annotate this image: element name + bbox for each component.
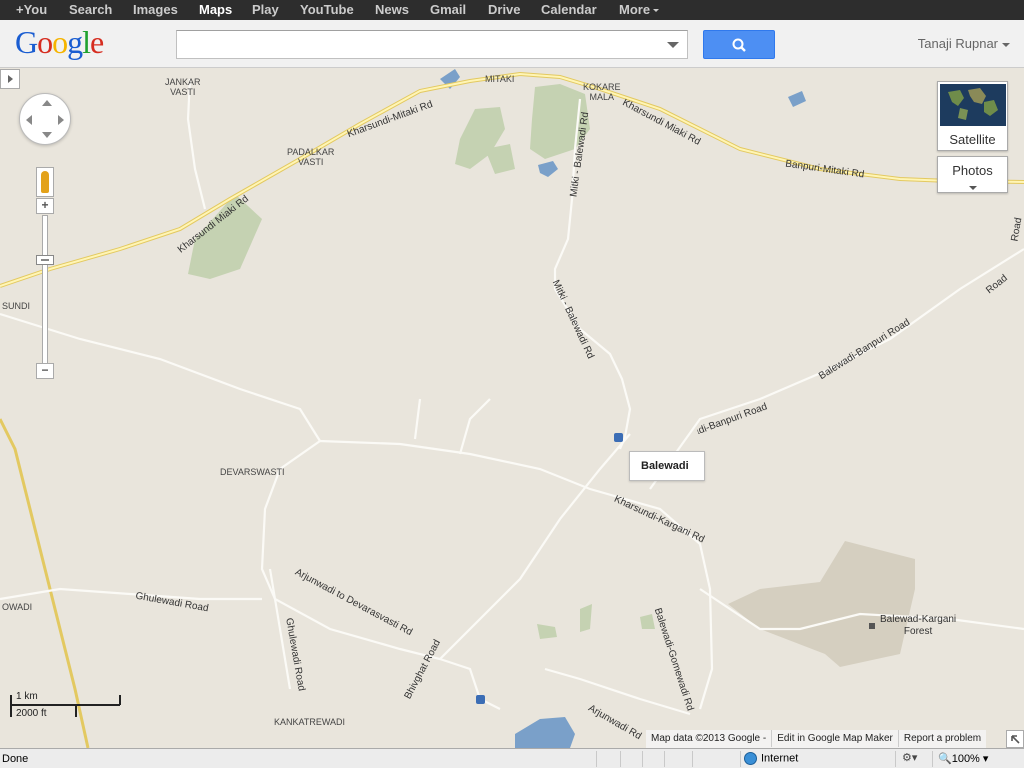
chevron-down-icon: ▾	[979, 753, 989, 765]
photos-label: Photos	[952, 163, 993, 178]
search-button[interactable]	[703, 30, 775, 59]
satellite-button[interactable]: Satellite	[937, 81, 1008, 151]
map-footer: Map data ©2013 Google - Edit in Google Ma…	[646, 730, 987, 748]
place-label-kankatrewadi: KANKATREWADI	[274, 717, 346, 727]
status-divider	[932, 751, 933, 767]
side-panel-toggle[interactable]	[0, 69, 20, 89]
gbar-news[interactable]: News	[375, 2, 409, 17]
report-problem-link[interactable]: Report a problem	[897, 730, 986, 747]
resize-map-icon[interactable]	[1006, 730, 1024, 748]
logo-letter: o	[52, 24, 68, 60]
map-data-attribution: Map data ©2013 Google -	[651, 733, 767, 744]
google-bar: +You Search Images Maps Play YouTube New…	[0, 0, 1024, 20]
place-label-padalkar: PADALKAR VASTI	[287, 147, 335, 167]
logo-letter: l	[82, 24, 91, 60]
pan-up-icon[interactable]	[42, 100, 52, 106]
gbar-images[interactable]: Images	[133, 2, 178, 17]
gbar-gmail[interactable]: Gmail	[430, 2, 466, 17]
photos-button[interactable]: Photos	[937, 156, 1008, 193]
gbar-youtube[interactable]: YouTube	[300, 2, 354, 17]
gbar-more-label: More	[619, 2, 651, 17]
zoom-slider-handle[interactable]	[36, 255, 54, 265]
zoom-out-button[interactable]: −	[36, 363, 54, 379]
map-canvas[interactable]: JANKAR VASTI MITAKI KOKARE MALA PADALKAR…	[0, 69, 1024, 748]
logo-letter: G	[15, 24, 38, 60]
satellite-label: Satellite	[949, 132, 996, 147]
zoom-in-button[interactable]: +	[36, 198, 54, 214]
status-divider	[740, 751, 741, 767]
globe-icon	[940, 84, 1006, 126]
status-text: Done	[2, 753, 29, 765]
logo-letter: g	[67, 24, 83, 60]
gbar-drive[interactable]: Drive	[488, 2, 521, 17]
pan-down-icon[interactable]	[42, 132, 52, 138]
place-label-owadi: OWADI	[2, 602, 33, 612]
place-label-jankar: JANKAR VASTI	[165, 77, 201, 97]
scale-ft-label: 2000 ft	[16, 708, 47, 719]
place-label-mitaki: MITAKI	[485, 74, 515, 84]
satellite-thumbnail	[940, 84, 1006, 126]
edit-map-maker-link[interactable]: Edit in Google Map Maker	[771, 730, 898, 747]
logo-letter: e	[90, 24, 104, 60]
place-label-devarswasti: DEVARSWASTI	[220, 467, 285, 477]
gbar-maps[interactable]: Maps	[199, 2, 232, 17]
security-zone-label: Internet	[761, 752, 799, 765]
street-view-pegman-icon[interactable]	[36, 167, 54, 197]
status-divider	[895, 751, 896, 767]
map-tiles	[0, 69, 1024, 748]
place-label-sundi: SUNDI	[2, 301, 31, 311]
status-divider	[596, 751, 597, 767]
gbar-calendar[interactable]: Calendar	[541, 2, 597, 17]
gbar-play[interactable]: Play	[252, 2, 279, 17]
magnifier-icon: 🔍	[938, 753, 952, 765]
status-divider	[642, 751, 643, 767]
scale-km-label: 1 km	[16, 691, 38, 702]
search-icon	[732, 38, 746, 52]
chevron-down-icon	[969, 186, 977, 190]
expand-arrow-icon	[1011, 735, 1020, 744]
logo-letter: o	[37, 24, 53, 60]
protected-mode-icon[interactable]: ⚙▾	[902, 751, 917, 764]
user-name: Tanaji Rupnar	[917, 36, 998, 51]
zoom-level[interactable]: 🔍100% ▾	[938, 752, 988, 765]
status-divider	[664, 751, 665, 767]
pan-right-icon[interactable]	[58, 115, 64, 125]
place-label-forest: Balewad-Kargani Forest	[880, 614, 957, 637]
zoom-slider-track[interactable]	[42, 215, 48, 365]
gbar-you[interactable]: +You	[16, 2, 47, 17]
search-input[interactable]	[176, 30, 688, 59]
security-zone[interactable]: Internet	[744, 752, 798, 765]
status-divider	[692, 751, 693, 767]
search-dropdown-icon[interactable]	[667, 42, 679, 48]
globe-icon	[744, 752, 757, 765]
place-label-kokare: KOKARE MALA	[583, 82, 621, 102]
google-logo[interactable]: Google	[15, 24, 104, 61]
pan-left-icon[interactable]	[26, 115, 32, 125]
account-menu[interactable]: Tanaji Rupnar	[918, 36, 1010, 51]
browser-status-bar: Done Internet ⚙▾ 🔍100% ▾	[0, 748, 1024, 768]
header: Google Tanaji Rupnar	[0, 20, 1024, 68]
status-divider	[620, 751, 621, 767]
pan-control[interactable]	[19, 93, 71, 145]
gbar-search[interactable]: Search	[69, 2, 112, 17]
chevron-down-icon	[653, 9, 660, 13]
zoom-level-label: 100%	[951, 753, 980, 765]
gbar-more[interactable]: More	[619, 2, 660, 17]
place-info-box[interactable]: Balewadi	[629, 451, 705, 481]
chevron-down-icon	[1002, 42, 1010, 47]
